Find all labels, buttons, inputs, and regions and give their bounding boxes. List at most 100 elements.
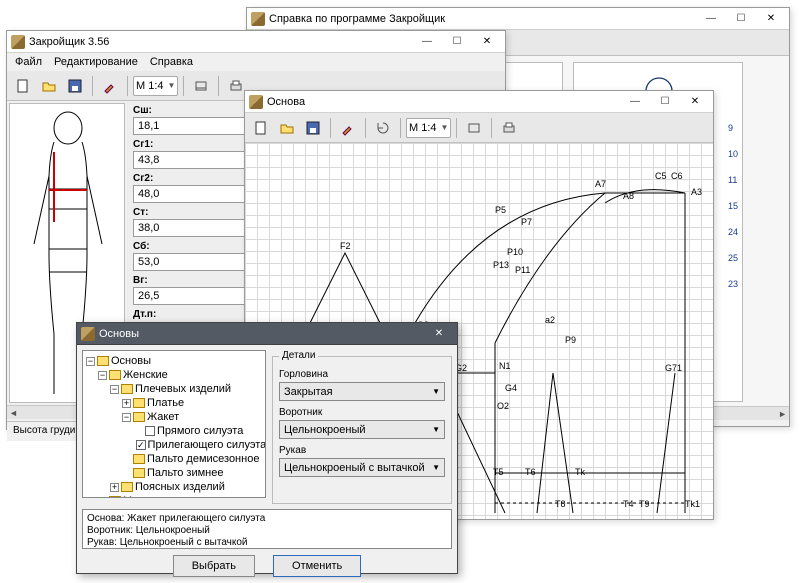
svg-text:T9: T9 — [639, 499, 650, 509]
separator — [218, 76, 219, 96]
separator — [92, 76, 93, 96]
svg-text:P10: P10 — [507, 247, 523, 257]
details-legend: Детали — [279, 350, 318, 361]
close-button[interactable]: ✕ — [425, 325, 453, 343]
app-icon — [11, 35, 25, 49]
svg-text:T5: T5 — [493, 467, 504, 477]
menu-file[interactable]: Файл — [15, 56, 42, 68]
svg-text:A3: A3 — [691, 187, 702, 197]
svg-text:T4: T4 — [623, 499, 634, 509]
app-icon — [251, 12, 265, 26]
separator — [365, 118, 366, 138]
minimize-button[interactable]: — — [697, 10, 725, 28]
maximize-button[interactable]: ☐ — [651, 93, 679, 111]
basis-titlebar[interactable]: Основа — ☐ ✕ — [245, 91, 713, 113]
new-icon[interactable] — [249, 116, 273, 140]
svg-text:G71: G71 — [665, 363, 682, 373]
brush-icon[interactable] — [98, 74, 122, 98]
svg-text:C5: C5 — [655, 171, 667, 181]
open-icon[interactable] — [37, 74, 61, 98]
svg-text:A8: A8 — [623, 191, 634, 201]
separator — [491, 118, 492, 138]
info-box: Основа: Жакет прилегающего силуэта Ворот… — [82, 509, 452, 549]
dialog-body: −Основы −Женские −Плечевых изделий +Плат… — [77, 345, 457, 509]
zoom-dropdown[interactable]: М 1:4 ▼ — [133, 76, 178, 96]
checkbox-fitted[interactable]: ✓ — [136, 440, 146, 450]
zoom-label: М 1:4 — [409, 122, 437, 134]
chevron-down-icon: ▼ — [441, 123, 449, 132]
basis-dialog: Основы ✕ −Основы −Женские −Плечевых изде… — [76, 322, 458, 574]
dialog-title: Основы — [99, 328, 423, 340]
svg-text:T6: T6 — [525, 467, 536, 477]
dialog-buttons: Выбрать Отменить — [77, 549, 457, 583]
checkbox-straight[interactable] — [145, 426, 155, 436]
svg-text:N1: N1 — [499, 361, 511, 371]
measurement-labels: 9 10 11 15 24 25 23 — [728, 123, 738, 289]
main-titlebar[interactable]: Закройщик 3.56 — ☐ ✕ — [7, 31, 505, 53]
svg-text:P11: P11 — [515, 265, 530, 275]
basis-title: Основа — [267, 96, 619, 108]
svg-text:a2: a2 — [545, 315, 555, 325]
zoom-label: М 1:4 — [136, 80, 164, 92]
menu-help[interactable]: Справка — [150, 56, 193, 68]
select-button[interactable]: Выбрать — [173, 555, 255, 577]
separator — [330, 118, 331, 138]
combo-sleeve[interactable]: Цельнокроеный с вытачкой▼ — [279, 458, 445, 477]
svg-text:Tk1: Tk1 — [685, 499, 700, 509]
chevron-down-icon: ▼ — [168, 81, 176, 90]
dialog-titlebar[interactable]: Основы ✕ — [77, 323, 457, 345]
chevron-down-icon: ▼ — [432, 463, 440, 472]
page-setup-icon[interactable] — [462, 116, 486, 140]
svg-text:P7: P7 — [521, 217, 532, 227]
print-icon[interactable] — [497, 116, 521, 140]
app-icon — [81, 327, 95, 341]
rotate-icon[interactable] — [371, 116, 395, 140]
combo-collar[interactable]: Цельнокроеный▼ — [279, 420, 445, 439]
separator — [456, 118, 457, 138]
main-title: Закройщик 3.56 — [29, 36, 411, 48]
chevron-down-icon: ▼ — [432, 387, 440, 396]
cancel-button[interactable]: Отменить — [273, 555, 361, 577]
close-button[interactable]: ✕ — [757, 10, 785, 28]
svg-text:T8: T8 — [555, 499, 566, 509]
svg-text:G4: G4 — [505, 383, 517, 393]
combo-neckline[interactable]: Закрытая▼ — [279, 382, 445, 401]
page-setup-icon[interactable] — [189, 74, 213, 98]
svg-text:O2: O2 — [497, 401, 509, 411]
save-icon[interactable] — [63, 74, 87, 98]
separator — [400, 118, 401, 138]
brush-icon[interactable] — [336, 116, 360, 140]
svg-text:P5: P5 — [495, 205, 506, 215]
details-group: Детали Горловина Закрытая▼ Воротник Цель… — [272, 356, 452, 504]
help-title: Справка по программе Закройщик — [269, 13, 695, 25]
svg-text:P13: P13 — [493, 260, 509, 270]
status-text: Высота груди — [13, 425, 75, 436]
close-button[interactable]: ✕ — [681, 93, 709, 111]
help-titlebar[interactable]: Справка по программе Закройщик — ☐ ✕ — [247, 8, 789, 30]
new-icon[interactable] — [11, 74, 35, 98]
save-icon[interactable] — [301, 116, 325, 140]
label-sleeve: Рукав — [279, 445, 445, 456]
label-neckline: Горловина — [279, 369, 445, 380]
maximize-button[interactable]: ☐ — [443, 33, 471, 51]
svg-text:F2: F2 — [340, 241, 351, 251]
separator — [183, 76, 184, 96]
menu-edit[interactable]: Редактирование — [54, 56, 138, 68]
svg-text:C6: C6 — [671, 171, 683, 181]
app-icon — [249, 95, 263, 109]
maximize-button[interactable]: ☐ — [727, 10, 755, 28]
zoom-dropdown[interactable]: М 1:4 ▼ — [406, 118, 451, 138]
svg-text:Tk: Tk — [575, 467, 585, 477]
separator — [127, 76, 128, 96]
label-collar: Воротник — [279, 407, 445, 418]
basis-toolbar: М 1:4 ▼ — [245, 113, 713, 143]
close-button[interactable]: ✕ — [473, 33, 501, 51]
svg-text:A7: A7 — [595, 179, 606, 189]
svg-text:P9: P9 — [565, 335, 576, 345]
pattern-tree[interactable]: −Основы −Женские −Плечевых изделий +Плат… — [82, 350, 266, 498]
minimize-button[interactable]: — — [621, 93, 649, 111]
open-icon[interactable] — [275, 116, 299, 140]
main-menubar: Файл Редактирование Справка — [7, 53, 505, 71]
chevron-down-icon: ▼ — [432, 425, 440, 434]
minimize-button[interactable]: — — [413, 33, 441, 51]
